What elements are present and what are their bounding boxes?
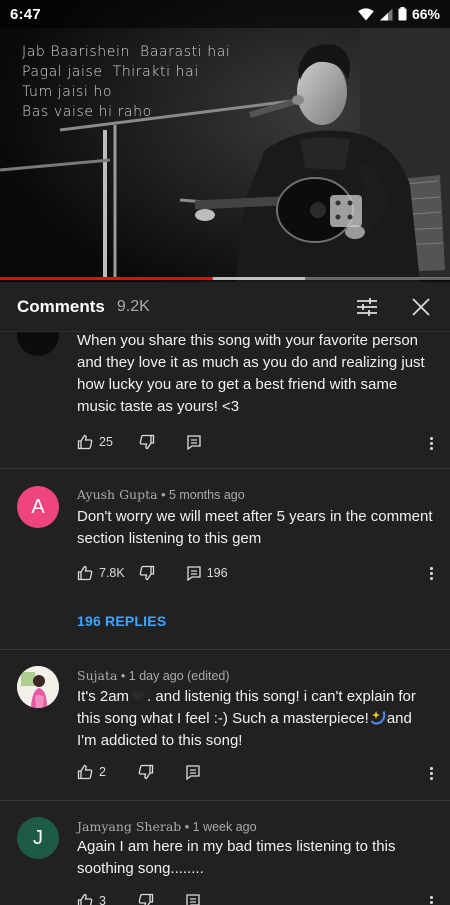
battery-percent: 66% <box>411 6 440 22</box>
signal-icon <box>379 8 393 20</box>
video-player[interactable]: Jab Baarishein Baarasti hai Pagal jaise … <box>0 0 450 282</box>
thumb-down-icon <box>138 893 154 905</box>
lyric-line: Pagal jaise Thirakti hai <box>22 64 199 80</box>
comment-item: Sujata • 1 day ago (edited) It's 2am. an… <box>0 650 450 800</box>
like-button[interactable]: 2 <box>77 764 106 780</box>
thumb-up-icon <box>77 893 93 905</box>
like-count: 7.8K <box>99 566 125 580</box>
thumb-down-icon <box>138 764 154 780</box>
like-count: 25 <box>99 435 113 449</box>
avatar[interactable]: J <box>17 817 59 859</box>
meta-separator: • <box>161 488 169 502</box>
comment-meta: Ayush Gupta • 5 months ago <box>77 487 245 502</box>
tune-icon[interactable] <box>355 295 379 319</box>
video-lyrics-overlay: Jab Baarishein Baarasti hai Pagal jaise … <box>22 42 230 122</box>
close-icon[interactable] <box>409 295 433 319</box>
avatar-image <box>17 666 59 708</box>
meta-separator: • <box>184 820 193 834</box>
comment-meta: Jamyang Sherab • 1 week ago <box>77 819 257 834</box>
comment-text: It's 2am. and listenig this song! i can'… <box>77 686 433 752</box>
like-count: 3 <box>99 894 106 905</box>
dislike-button[interactable] <box>139 434 155 450</box>
reply-button[interactable] <box>187 434 201 450</box>
comment-author[interactable]: Sujata <box>77 668 117 683</box>
thumb-up-icon <box>77 434 93 450</box>
avatar[interactable] <box>17 332 59 356</box>
comment-actions: 3 <box>77 893 200 905</box>
meta-separator: • <box>120 669 129 683</box>
battery-icon <box>398 7 407 21</box>
comment-author[interactable]: Jamyang Sherab <box>77 819 181 834</box>
thumb-down-icon <box>139 565 154 581</box>
black-heart-icon <box>131 690 145 702</box>
comment-time: 1 week ago <box>192 820 257 834</box>
view-replies-link[interactable]: 196 REPLIES <box>77 613 166 629</box>
reply-button[interactable] <box>186 893 200 905</box>
like-button[interactable]: 3 <box>77 893 106 905</box>
comment-meta: Sujata • 1 day ago (edited) <box>77 668 230 683</box>
comment-text: When you share this song with your favor… <box>77 332 425 415</box>
comments-header: Comments 9.2K <box>0 282 450 332</box>
dislike-button[interactable] <box>139 565 155 581</box>
dizzy-emoji-icon <box>370 711 386 725</box>
comment-text: Don't worry we will meet after 5 years i… <box>77 508 433 547</box>
comment-icon <box>186 893 200 905</box>
comment-item: When you share this song with your favor… <box>0 332 450 468</box>
comment-time: 1 day ago (edited) <box>128 669 230 683</box>
progress-buffer <box>213 277 305 280</box>
lyric-line: Jab Baarishein Baarasti hai <box>22 44 231 60</box>
like-button[interactable]: 7.8K <box>77 565 125 581</box>
thumb-up-icon <box>77 565 93 581</box>
more-vertical-icon[interactable] <box>428 896 434 905</box>
avatar[interactable]: A <box>17 486 59 528</box>
thumb-up-icon <box>77 764 93 780</box>
comments-title: Comments <box>17 296 105 316</box>
avatar-letter: J <box>33 826 43 849</box>
progress-played <box>0 277 212 280</box>
comment-item: J Jamyang Sherab • 1 week ago Again I am… <box>0 801 450 905</box>
status-bar: 6:47 66% <box>0 0 450 28</box>
lyric-line: Bas vaise hi raho <box>22 104 152 120</box>
comment-text-part: It's 2am <box>77 688 130 705</box>
dislike-button[interactable] <box>138 764 154 780</box>
comment-time: 5 months ago <box>168 488 245 502</box>
comment-author[interactable]: Ayush Gupta <box>77 487 158 502</box>
comment-item: A Ayush Gupta • 5 months ago Don't worry… <box>0 469 450 649</box>
more-vertical-icon[interactable] <box>428 437 434 450</box>
avatar-letter: A <box>31 495 45 518</box>
like-button[interactable]: 25 <box>77 434 113 450</box>
comment-actions: 25 <box>77 434 201 450</box>
comment-icon <box>187 565 201 581</box>
comment-icon <box>186 764 200 780</box>
comment-icon <box>187 434 201 450</box>
more-vertical-icon[interactable] <box>428 767 434 780</box>
comments-count: 9.2K <box>116 297 150 315</box>
dislike-button[interactable] <box>138 893 154 905</box>
lyric-line: Tum jaisi ho <box>22 84 113 100</box>
like-count: 2 <box>99 765 106 779</box>
more-vertical-icon[interactable] <box>428 567 434 580</box>
reply-count: 196 <box>206 566 228 580</box>
reply-button[interactable] <box>186 764 200 780</box>
thumb-down-icon <box>139 434 155 450</box>
comments-header-actions <box>355 295 433 319</box>
status-icons: 66% <box>358 6 440 22</box>
status-time: 6:47 <box>10 5 41 23</box>
comment-actions: 7.8K 196 <box>77 565 228 581</box>
comment-list[interactable]: When you share this song with your favor… <box>0 332 450 905</box>
avatar[interactable] <box>17 666 59 708</box>
reply-button[interactable]: 196 <box>187 565 228 581</box>
comment-actions: 2 <box>77 764 200 780</box>
comment-text: Again I am here in my bad times listenin… <box>77 838 396 877</box>
wifi-icon <box>358 7 374 20</box>
